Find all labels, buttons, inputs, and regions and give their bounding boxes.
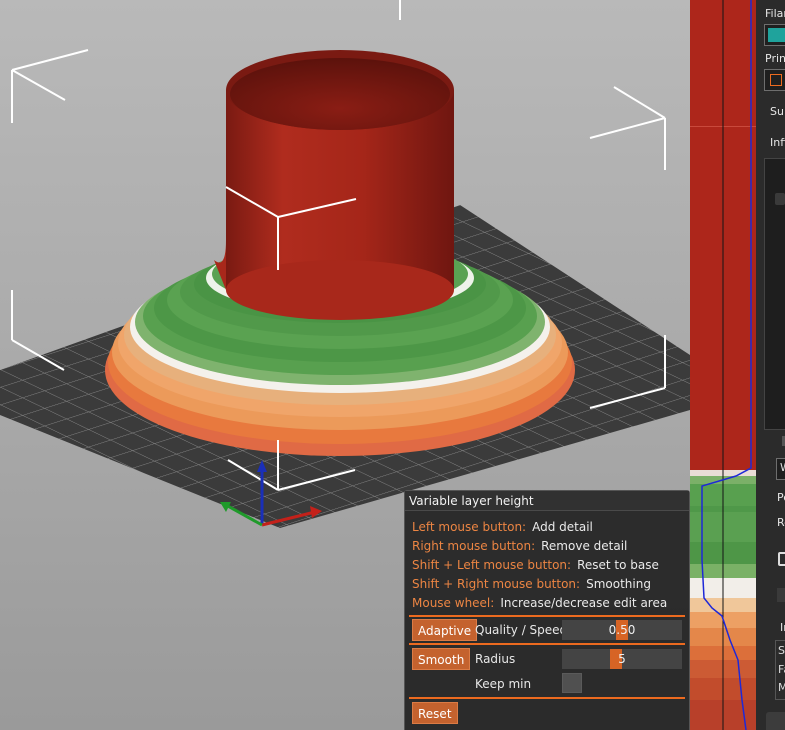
- object-list[interactable]: [764, 158, 785, 430]
- layer-height-profile-bar[interactable]: [690, 0, 756, 730]
- panel-title: Variable layer height: [405, 491, 689, 511]
- separator: [409, 697, 685, 699]
- hint-key: Mouse wheel:: [412, 596, 495, 610]
- row-combo[interactable]: W: [776, 458, 785, 480]
- radius-label: Radius: [475, 652, 516, 666]
- variable-layer-height-panel: Variable layer height Left mouse button:…: [404, 490, 690, 730]
- 3d-viewport[interactable]: Variable layer height Left mouse button:…: [0, 0, 690, 730]
- keep-min-label: Keep min: [475, 677, 532, 691]
- hint-row: Shift + Left mouse button: Reset to base: [412, 558, 659, 572]
- layer-height-profile: [690, 0, 756, 730]
- quality-speed-value: 0.50: [608, 623, 636, 637]
- hint-action: Remove detail: [541, 539, 628, 553]
- hint-key: Left mouse button:: [412, 520, 527, 534]
- hint-key: Right mouse button:: [412, 539, 536, 553]
- row-combo-label: W: [780, 461, 785, 474]
- hint-key: Shift + Right mouse button:: [412, 577, 581, 591]
- hint-key: Shift + Left mouse button:: [412, 558, 572, 572]
- adaptive-button[interactable]: Adaptive: [412, 619, 478, 641]
- info-row: M: [778, 681, 785, 694]
- hint-action: Smoothing: [586, 577, 651, 591]
- info-row: Si: [778, 644, 785, 657]
- printer-label: Prin: [765, 52, 785, 65]
- info-row: Fa: [778, 663, 785, 676]
- radius-slider[interactable]: 5: [562, 649, 682, 669]
- hint-action: Reset to base: [577, 558, 659, 572]
- info-box: Si Fa M: [775, 640, 785, 700]
- hint-action: Increase/decrease edit area: [500, 596, 668, 610]
- smooth-button[interactable]: Smooth: [412, 648, 471, 670]
- reset-button[interactable]: Reset: [412, 702, 458, 724]
- hint-row: Right mouse button: Remove detail: [412, 539, 627, 553]
- hint-row: Shift + Right mouse button: Smoothing: [412, 577, 651, 591]
- infill-label: Infi: [770, 136, 785, 149]
- settings-side-panel: Filam Prin Su Infi W Pe Re In Si Fa M: [756, 0, 785, 730]
- lock-icon[interactable]: [778, 552, 785, 566]
- supports-label: Su: [770, 105, 784, 118]
- printer-combo[interactable]: [764, 69, 785, 91]
- scroll-stub: [777, 588, 785, 602]
- hint-row: Left mouse button: Add detail: [412, 520, 593, 534]
- row-label: Re: [777, 516, 785, 529]
- separator: [409, 643, 685, 645]
- printer-icon: [770, 74, 782, 86]
- info-label: In: [780, 621, 785, 634]
- hint-row: Mouse wheel: Increase/decrease edit area: [412, 596, 667, 610]
- filament-combo[interactable]: [764, 24, 785, 46]
- radius-value: 5: [618, 652, 626, 666]
- row-label: Pe: [777, 491, 785, 504]
- list-scroll-handle[interactable]: [775, 193, 785, 205]
- filament-color-swatch: [768, 28, 785, 42]
- slice-button[interactable]: [766, 712, 785, 730]
- quality-speed-slider[interactable]: 0.50: [562, 620, 682, 640]
- keep-min-checkbox[interactable]: [562, 673, 582, 693]
- filament-label: Filam: [765, 7, 785, 20]
- quality-speed-label: Quality / Speed: [475, 623, 568, 637]
- hint-action: Add detail: [532, 520, 593, 534]
- separator: [409, 615, 685, 617]
